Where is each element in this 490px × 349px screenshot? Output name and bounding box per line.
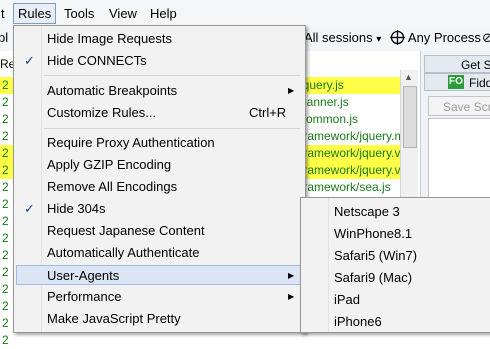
menu-separator <box>44 128 300 129</box>
row-number: 2 <box>2 95 9 109</box>
submenu-arrow-icon: ▶ <box>288 271 295 280</box>
row-number: 2 <box>2 333 9 347</box>
submenu-item-winphone[interactable]: WinPhone8.1 <box>334 224 412 244</box>
menu-item-request-japanese-content[interactable]: Request Japanese Content <box>16 221 302 241</box>
row-number: 2 <box>2 146 9 160</box>
submenu-item-safari9-mac[interactable]: Safari9 (Mac) <box>334 268 412 288</box>
submenu-item-ipad[interactable]: iPad <box>334 290 360 310</box>
submenu-arrow-icon: ▶ <box>288 86 295 95</box>
check-icon: ✓ <box>24 201 35 216</box>
menu-item-hide-connects[interactable]: ✓ Hide CONNECTs <box>16 51 302 71</box>
crosshair-icon <box>390 30 405 45</box>
row-url: banner.js <box>300 95 349 109</box>
shortcut-label: Ctrl+R <box>249 105 287 120</box>
menubar: t Rules Tools View Help <box>0 0 490 27</box>
row-url: jquery.js <box>300 78 344 92</box>
row-number: 2 <box>2 180 9 194</box>
menu-item-hide-304s[interactable]: ✓ Hide 304s <box>16 199 302 219</box>
menu-item-automatic-breakpoints[interactable]: Automatic Breakpoints ▶ <box>16 81 302 101</box>
chevron-down-icon: ▾ <box>376 34 382 45</box>
rules-menu: Hide Image Requests ✓ Hide CONNECTs Auto… <box>13 25 306 333</box>
fo-badge-icon: FO <box>448 75 464 89</box>
row-number: 2 <box>2 231 9 245</box>
menu-item-user-agents[interactable]: User-Agents ▶ <box>16 265 302 285</box>
check-icon: ✓ <box>24 53 35 68</box>
row-number: 2 <box>2 282 9 296</box>
toolbar-left-fragment[interactable]: pl <box>0 30 8 45</box>
menu-item-customize-rules[interactable]: Customize Rules... Ctrl+R <box>16 103 302 123</box>
menu-file-fragment[interactable]: t <box>0 4 9 23</box>
menu-view[interactable]: View <box>105 4 141 23</box>
row-url: framework/jquery.va <box>300 146 408 160</box>
row-number: 2 <box>2 163 9 177</box>
menu-item-hide-image-requests[interactable]: Hide Image Requests <box>16 29 302 49</box>
row-number: 2 <box>2 265 9 279</box>
row-number: 2 <box>2 78 9 92</box>
row-url: framework/jquery.va <box>300 163 408 177</box>
menu-rules[interactable]: Rules <box>13 3 57 24</box>
row-url: framework/jquery.m <box>300 129 405 143</box>
submenu-item-safari5-win7[interactable]: Safari5 (Win7) <box>334 246 417 266</box>
menu-separator <box>44 75 300 76</box>
clear-icon[interactable]: ⊘ <box>482 30 490 46</box>
menu-item-apply-gzip-encoding[interactable]: Apply GZIP Encoding <box>16 155 302 175</box>
submenu-item-netscape-3[interactable]: Netscape 3 <box>334 202 400 222</box>
menu-item-automatically-authenticate[interactable]: Automatically Authenticate <box>16 243 302 263</box>
menu-tools[interactable]: Tools <box>60 4 98 23</box>
tab-get-started[interactable]: Get Sta <box>424 55 490 73</box>
row-number: 2 <box>2 299 9 313</box>
row-url: common.js <box>300 112 359 126</box>
process-filter[interactable]: Any Process <box>390 30 481 45</box>
row-number: 2 <box>2 197 9 211</box>
menu-item-require-proxy-authentication[interactable]: Require Proxy Authentication <box>16 133 302 153</box>
row-url: framework/sea.js <box>300 180 391 194</box>
row-number: 2 <box>2 248 9 262</box>
menu-help[interactable]: Help <box>146 4 181 23</box>
scrollbar-thumb[interactable] <box>403 86 417 148</box>
row-number: 2 <box>2 316 9 330</box>
row-number: 2 <box>2 214 9 228</box>
row-number: 2 <box>2 112 9 126</box>
menu-item-remove-all-encodings[interactable]: Remove All Encodings <box>16 177 302 197</box>
submenu-item-iphone6[interactable]: iPhone6 <box>334 312 382 332</box>
menu-item-make-javascript-pretty[interactable]: Make JavaScript Pretty <box>16 309 302 329</box>
scroll-up-icon[interactable]: ▲ <box>404 72 413 82</box>
process-filter-label: Any Process <box>407 30 481 45</box>
submenu-arrow-icon: ▶ <box>288 292 295 301</box>
sessions-filter-dropdown[interactable]: All sessions ▾ <box>304 30 381 45</box>
table-row[interactable]: 2 <box>0 332 400 349</box>
row-number: 2 <box>2 129 9 143</box>
user-agents-submenu: Netscape 3 WinPhone8.1 Safari5 (Win7) Sa… <box>300 197 490 333</box>
menu-item-performance[interactable]: Performance ▶ <box>16 287 302 307</box>
sessions-filter-label: All sessions <box>304 30 373 45</box>
menu-gutter <box>328 198 329 332</box>
save-script-button[interactable]: Save Scrip <box>428 96 490 116</box>
